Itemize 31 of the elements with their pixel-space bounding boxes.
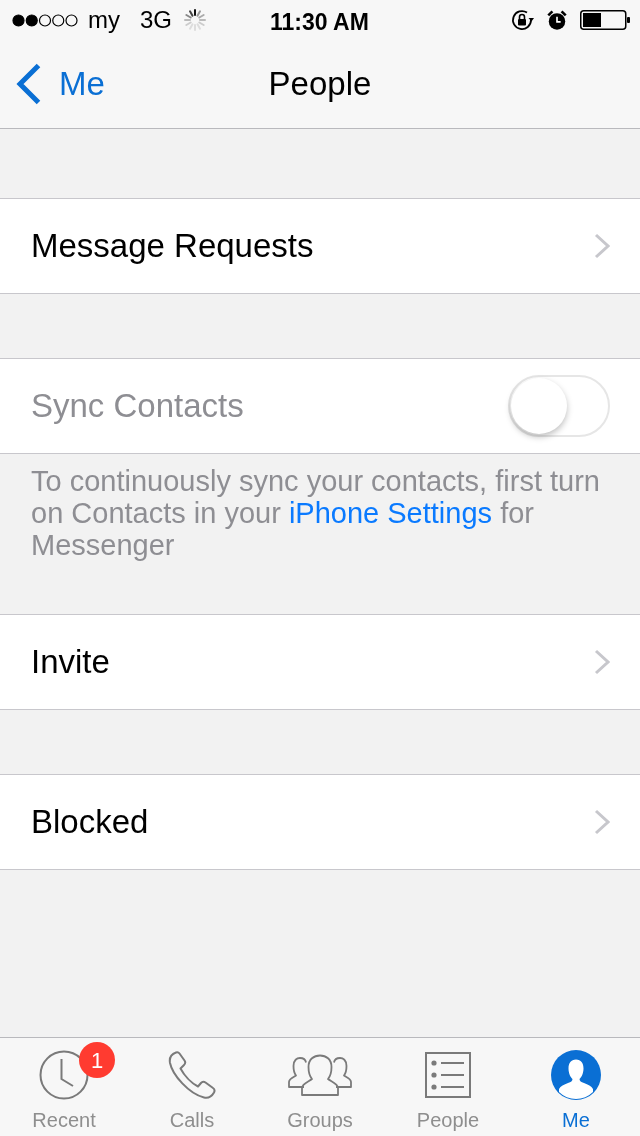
contact-list-icon: [425, 1052, 471, 1098]
notification-count: 1: [79, 1042, 115, 1078]
clock-time: 11:30 AM: [270, 8, 369, 37]
clock-icon: [39, 1050, 89, 1100]
back-chevron-icon: [16, 63, 42, 105]
tab-item[interactable]: Calls: [128, 1038, 256, 1136]
settings-row[interactable]: Invite: [0, 614, 640, 710]
phone-icon: [167, 1050, 217, 1100]
tab-item[interactable]: 1 Recent: [0, 1038, 128, 1136]
footer-note: To continuously sync your contacts, first turn on Contacts in your iPhone Settings for Messenger: [31, 465, 601, 561]
settings-link[interactable]: iPhone Settings: [288, 497, 493, 529]
settings-row[interactable]: Message Requests: [0, 198, 640, 294]
battery-icon: [580, 10, 630, 30]
signal-strength-icon: [12, 13, 78, 27]
network-type: 3G: [140, 5, 172, 35]
rotation-lock-icon: [510, 8, 534, 32]
alarm-clock-icon: [546, 9, 568, 31]
settings-row[interactable]: Blocked: [0, 774, 640, 870]
tab-item[interactable]: People: [384, 1038, 512, 1136]
chevron-icon: [594, 649, 610, 675]
group-icon: [288, 1054, 352, 1096]
person-icon: [551, 1050, 601, 1100]
chevron-icon: [594, 809, 610, 835]
back-button[interactable]: Me: [16, 59, 105, 109]
spinner-icon: [184, 9, 206, 31]
screen-title: People: [268, 64, 372, 105]
row-label: Sync Contacts: [31, 386, 244, 427]
tab-item[interactable]: Me: [512, 1038, 640, 1136]
tab-item[interactable]: Groups: [256, 1038, 384, 1136]
chevron-icon: [594, 233, 610, 259]
carrier-name: my: [88, 5, 120, 35]
